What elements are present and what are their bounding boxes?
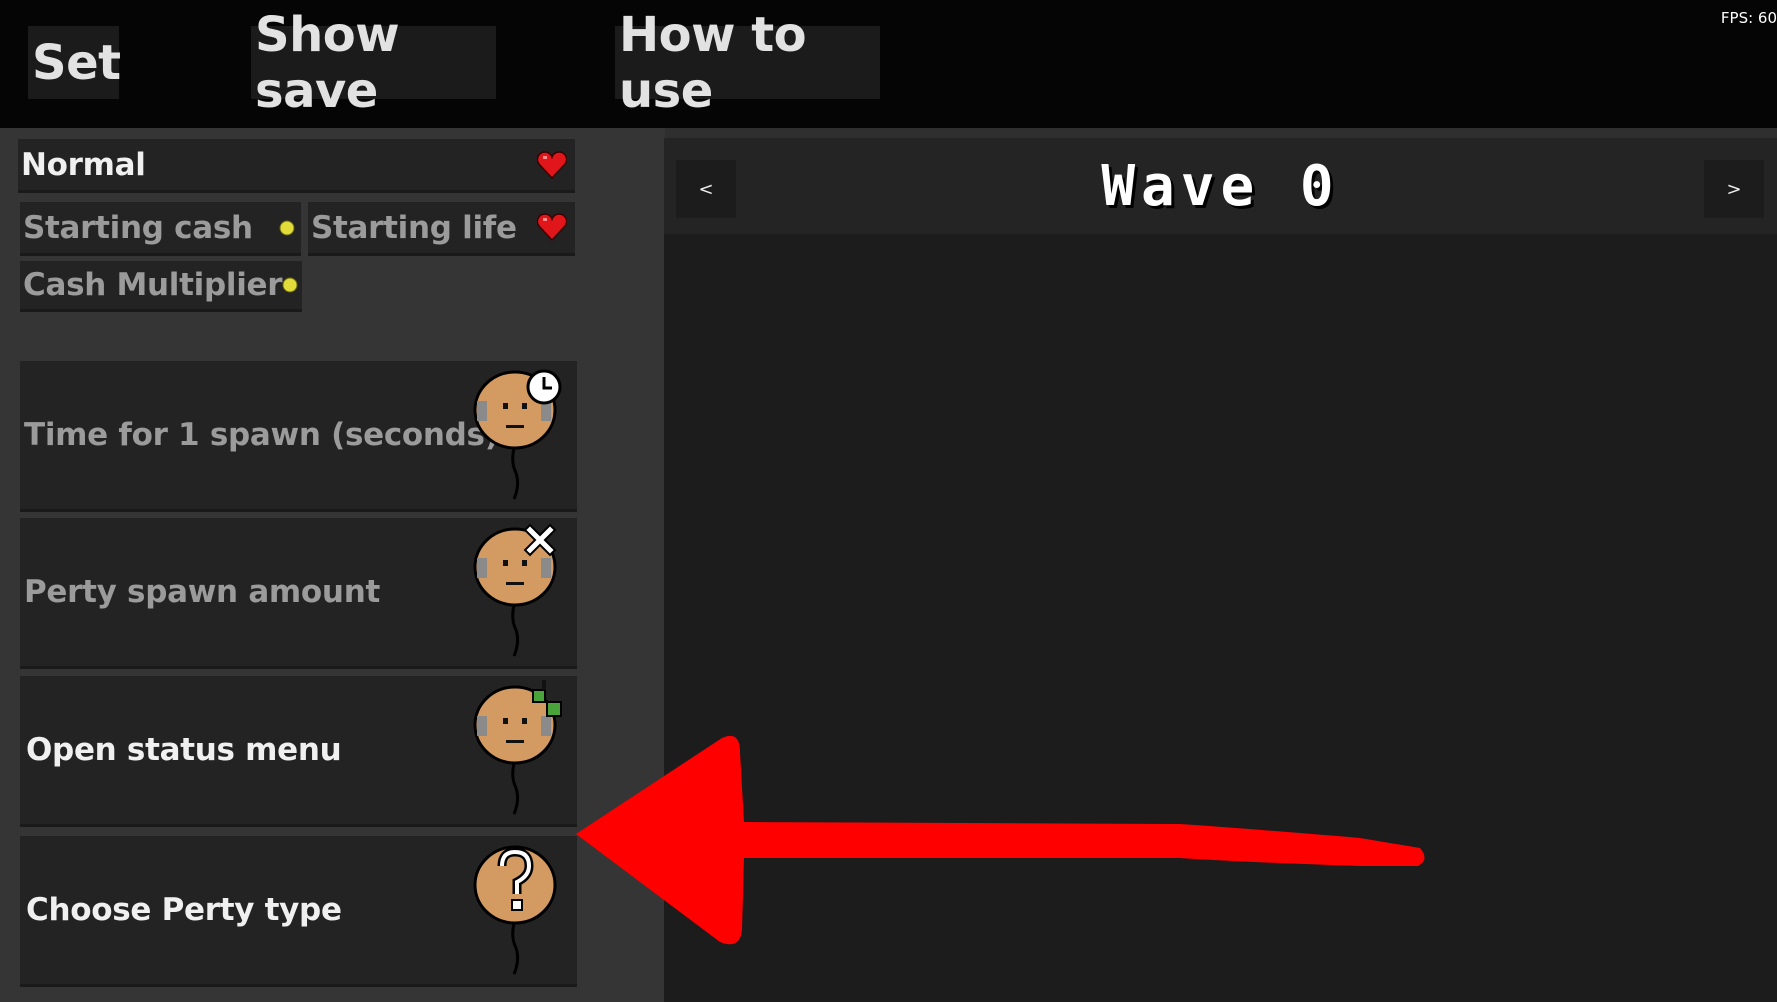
wave-title: Wave 0 xyxy=(1101,153,1340,219)
spawn-time-label: Time for 1 spawn (seconds) xyxy=(24,417,499,453)
show-save-button[interactable]: Show save xyxy=(251,7,496,119)
starting-life-label: Starting life xyxy=(311,209,517,246)
wave-panel: < Wave 0 > xyxy=(664,138,1777,1002)
difficulty-button[interactable]: Normal xyxy=(18,139,575,190)
spawn-time-button[interactable]: Time for 1 spawn (seconds) xyxy=(20,361,577,509)
starting-cash-button[interactable]: Starting cash xyxy=(20,202,301,253)
spawn-amount-button[interactable]: Perty spawn amount xyxy=(20,518,577,666)
fps-counter: FPS: 60 xyxy=(1720,9,1777,27)
starting-cash-label: Starting cash xyxy=(23,209,253,246)
coin-icon xyxy=(282,277,298,293)
clock-balloon-icon xyxy=(473,369,562,500)
cash-multiplier-button[interactable]: Cash Multiplier xyxy=(20,261,302,309)
open-status-menu-button[interactable]: Open status menu xyxy=(20,676,577,824)
heart-icon xyxy=(537,213,567,241)
coin-icon xyxy=(279,220,295,236)
cash-multiplier-label: Cash Multiplier xyxy=(23,267,283,303)
starting-life-button[interactable]: Starting life xyxy=(308,202,575,253)
next-wave-button[interactable]: > xyxy=(1704,160,1764,218)
x-balloon-icon xyxy=(473,523,557,657)
top-bar: Set Show save How to use FPS: 60 xyxy=(0,0,1777,128)
choose-perty-type-button[interactable]: Choose Perty type xyxy=(20,836,577,984)
set-button[interactable]: Set xyxy=(28,26,121,99)
choose-perty-type-label: Choose Perty type xyxy=(26,892,342,928)
wave-header: < Wave 0 > xyxy=(664,138,1777,234)
spawn-amount-label: Perty spawn amount xyxy=(24,574,380,610)
how-to-use-button[interactable]: How to use xyxy=(615,7,880,119)
leaf-balloon-icon xyxy=(473,680,562,815)
difficulty-label: Normal xyxy=(21,146,146,183)
question-balloon-icon xyxy=(473,845,557,975)
open-status-menu-label: Open status menu xyxy=(26,732,342,768)
heart-icon xyxy=(537,151,567,179)
